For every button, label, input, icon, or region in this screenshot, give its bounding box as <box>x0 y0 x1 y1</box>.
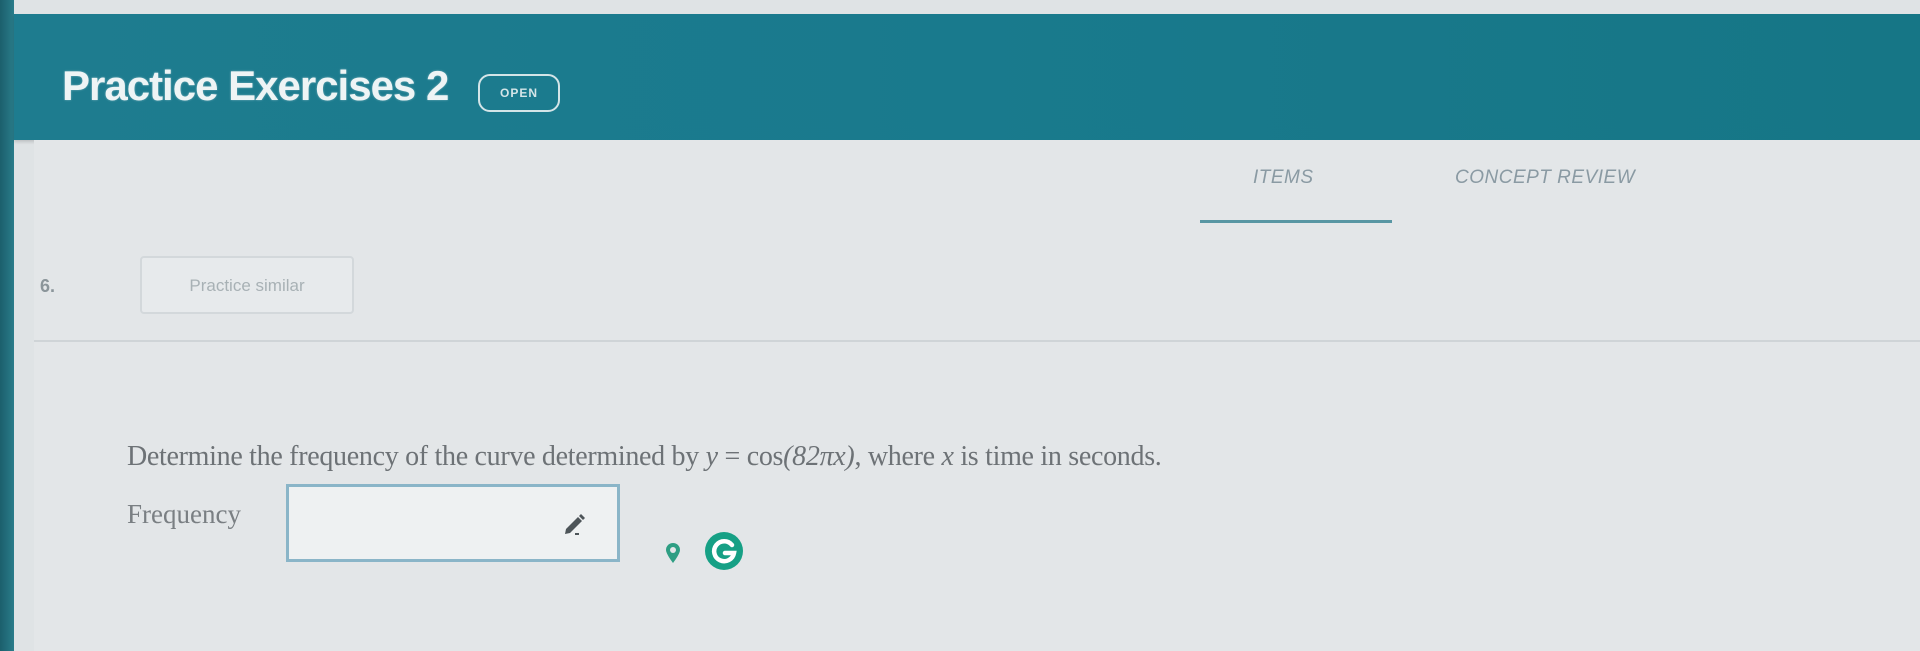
equation-variable-y: y <box>705 441 718 472</box>
page-header: Practice Exercises 2 OPEN <box>14 14 1920 140</box>
question-prefix: Determine the frequency of the curve det… <box>127 441 699 472</box>
page-title: Practice Exercises 2 <box>62 62 449 109</box>
location-pin-icon[interactable] <box>664 542 682 564</box>
equation-function: cos <box>746 441 784 472</box>
frequency-label: Frequency <box>127 499 241 529</box>
status-badge: OPEN <box>478 74 560 112</box>
practice-similar-button[interactable]: Practice similar <box>140 256 354 314</box>
question-middle: , where <box>854 441 935 472</box>
equation-equals: = <box>717 441 747 472</box>
time-variable: x <box>941 441 954 472</box>
section-divider <box>34 340 1920 342</box>
screen-left-bezel <box>0 0 14 651</box>
tab-concept-review[interactable]: CONCEPT REVIEW <box>1455 167 1635 189</box>
question-suffix: is time in seconds. <box>960 441 1162 472</box>
active-tab-indicator <box>1200 220 1392 223</box>
grammarly-icon[interactable] <box>704 531 744 571</box>
question-text: Determine the frequency of the curve det… <box>127 441 1162 473</box>
equation-argument: (82πx) <box>783 441 855 472</box>
question-number: 6. <box>40 276 56 296</box>
main-content <box>34 140 1920 651</box>
pencil-icon[interactable] <box>561 510 589 538</box>
tab-items[interactable]: ITEMS <box>1253 167 1314 189</box>
